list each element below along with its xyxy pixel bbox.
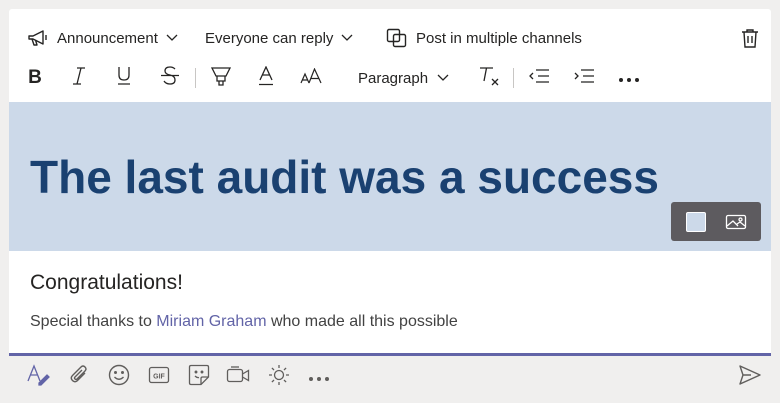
mention-link[interactable]: Miriam Graham (156, 313, 266, 330)
attach-button[interactable] (67, 364, 91, 391)
compose-actions-bar: GIF (0, 359, 780, 403)
post-multiple-channels-button[interactable]: Post in multiple channels (386, 27, 582, 49)
strikethrough-icon (160, 66, 180, 90)
decrease-indent-icon (528, 68, 550, 89)
sun-icon (268, 364, 290, 391)
font-size-button[interactable] (299, 65, 323, 91)
chevron-down-icon (166, 34, 178, 42)
underline-button[interactable] (114, 65, 134, 91)
banner-color-button[interactable] (686, 212, 706, 232)
italic-button[interactable] (69, 65, 89, 91)
highlighter-icon (210, 66, 232, 91)
paperclip-icon (69, 364, 89, 391)
strikethrough-button[interactable] (159, 65, 181, 91)
reply-permission-label: Everyone can reply (205, 29, 334, 47)
toolbar-divider (513, 68, 514, 88)
more-icon (309, 368, 329, 386)
copy-icon (386, 28, 408, 48)
megaphone-icon (27, 29, 49, 47)
decrease-indent-button[interactable] (527, 65, 551, 91)
send-button[interactable] (738, 364, 762, 391)
format-button[interactable] (26, 363, 50, 391)
emoji-button[interactable] (107, 364, 131, 391)
compose-options-bar: Announcement Everyone can reply Post in … (9, 9, 771, 65)
svg-text:GIF: GIF (153, 373, 165, 380)
more-icon (619, 69, 639, 87)
font-color-button[interactable] (256, 64, 276, 91)
smiley-icon (108, 364, 130, 391)
italic-icon (71, 66, 87, 90)
underline-icon (116, 66, 132, 90)
delete-button[interactable] (741, 27, 759, 49)
bold-icon: B (28, 67, 42, 88)
bold-button[interactable]: B (25, 65, 45, 91)
paragraph-style-label: Paragraph (358, 69, 429, 87)
gif-icon: GIF (148, 365, 170, 390)
sticker-button[interactable] (187, 364, 211, 391)
chevron-down-icon (341, 34, 353, 42)
image-icon (725, 214, 747, 236)
chevron-down-icon (437, 69, 449, 87)
banner-image-button[interactable] (725, 212, 747, 232)
font-size-icon (300, 66, 322, 89)
body-text-suffix: who made all this possible (266, 313, 458, 330)
trash-icon (741, 28, 759, 48)
clear-formatting-button[interactable] (477, 65, 501, 91)
subject-field[interactable]: Congratulations! (30, 271, 183, 295)
praise-button[interactable] (267, 364, 291, 391)
formatting-toolbar: B Paragraph (9, 64, 771, 101)
more-actions-button[interactable] (307, 365, 331, 389)
banner-headline[interactable]: The last audit was a success (30, 150, 659, 204)
font-color-icon (258, 64, 274, 91)
increase-indent-icon (573, 68, 595, 89)
banner-tools (671, 202, 761, 241)
announcement-dropdown[interactable]: Announcement (27, 27, 178, 49)
paragraph-style-dropdown[interactable]: Paragraph (358, 65, 450, 91)
compose-card: Announcement Everyone can reply Post in … (9, 9, 771, 356)
reply-permission-dropdown[interactable]: Everyone can reply (205, 27, 353, 49)
body-text-prefix: Special thanks to (30, 313, 157, 330)
increase-indent-button[interactable] (572, 65, 596, 91)
toolbar-divider (195, 68, 196, 88)
clear-formatting-icon (478, 66, 500, 91)
post-multiple-channels-label: Post in multiple channels (416, 29, 582, 47)
message-body[interactable]: Special thanks to Miriam Graham who made… (30, 313, 458, 331)
sticker-icon (188, 364, 210, 391)
format-icon (26, 363, 50, 391)
highlight-button[interactable] (209, 65, 233, 91)
announcement-banner[interactable]: The last audit was a success (9, 102, 771, 251)
meet-now-button[interactable] (226, 365, 250, 389)
send-icon (738, 364, 762, 391)
more-formatting-button[interactable] (617, 65, 641, 91)
video-camera-icon (226, 365, 250, 390)
gif-button[interactable]: GIF (147, 365, 171, 389)
announcement-label: Announcement (57, 29, 158, 47)
